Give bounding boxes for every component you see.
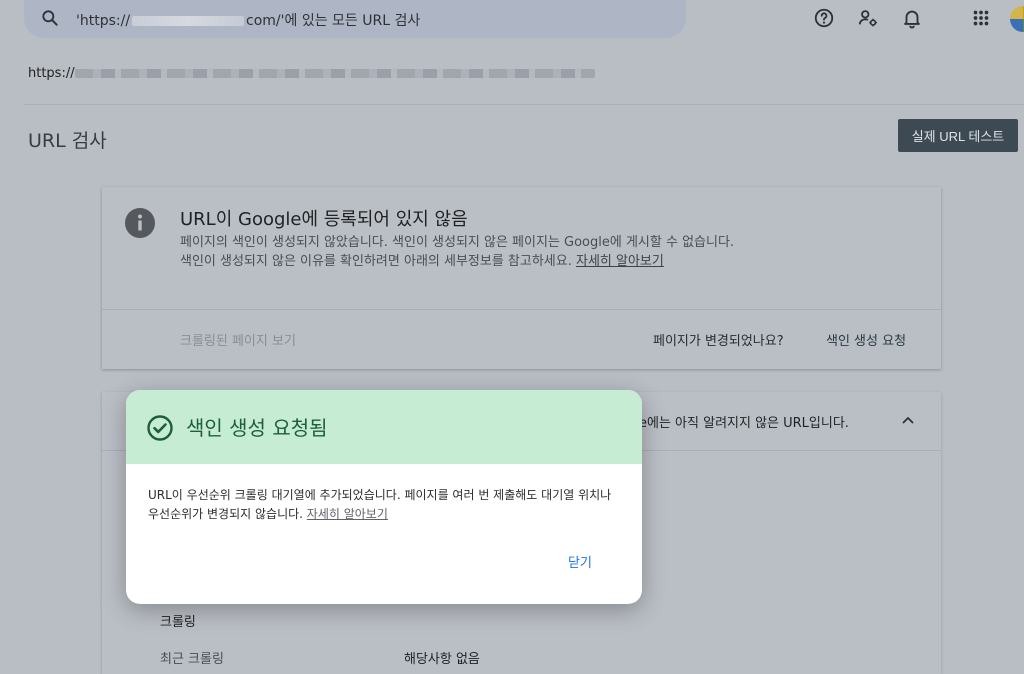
url-prefix: https:// bbox=[28, 66, 75, 81]
crawl-section-label: 크롤링 bbox=[160, 615, 196, 630]
status-description: 페이지의 색인이 생성되지 않았습니다. 색인이 생성되지 않은 페이지는 Go… bbox=[180, 233, 740, 271]
page-changed-question: 페이지가 변경되었나요? bbox=[653, 334, 784, 349]
redacted-domain bbox=[132, 16, 245, 26]
notifications-icon[interactable] bbox=[901, 7, 923, 29]
dialog-body: URL이 우선순위 크롤링 대기열에 추가되었습니다. 페이지를 여러 번 제출… bbox=[148, 486, 626, 524]
chevron-up-icon[interactable] bbox=[900, 412, 916, 428]
check-circle-icon bbox=[147, 415, 173, 441]
live-url-test-button[interactable]: 실제 URL 테스트 bbox=[898, 119, 1018, 152]
recent-crawl-label: 최근 크롤링 bbox=[160, 652, 224, 667]
header-divider bbox=[24, 104, 1024, 105]
index-status-card: URL이 Google에 등록되어 있지 않음 페이지의 색인이 생성되지 않았… bbox=[102, 187, 941, 369]
dialog-header: 색인 생성 요청됨 bbox=[126, 390, 642, 464]
search-bar[interactable]: 'https:// com/'에 있는 모든 URL 검사 bbox=[24, 0, 686, 38]
search-text-suffix: com/'에 있는 모든 URL 검사 bbox=[246, 13, 421, 29]
search-text-prefix: 'https:// bbox=[76, 13, 131, 29]
search-icon[interactable] bbox=[40, 8, 60, 28]
help-icon[interactable] bbox=[813, 7, 835, 29]
detail-card-heading: e에는 아직 알려지지 않은 URL입니다. bbox=[639, 416, 849, 431]
status-title: URL이 Google에 등록되어 있지 않음 bbox=[180, 209, 468, 230]
info-icon bbox=[125, 208, 155, 238]
request-indexing-button[interactable]: 색인 생성 요청 bbox=[826, 330, 906, 349]
close-button[interactable]: 닫기 bbox=[568, 552, 592, 571]
redacted-url-path bbox=[74, 69, 595, 78]
dialog-learn-more-link[interactable]: 자세히 알아보기 bbox=[307, 507, 388, 521]
search-input[interactable]: 'https:// com/'에 있는 모든 URL 검사 bbox=[76, 10, 420, 30]
indexing-requested-dialog: 색인 생성 요청됨 URL이 우선순위 크롤링 대기열에 추가되었습니다. 페이… bbox=[126, 390, 642, 604]
inspected-url: https:// bbox=[28, 66, 595, 81]
page-title: URL 검사 bbox=[28, 130, 107, 152]
avatar[interactable] bbox=[1010, 6, 1024, 32]
apps-grid-icon[interactable] bbox=[970, 7, 992, 29]
learn-more-link[interactable]: 자세히 알아보기 bbox=[576, 254, 664, 269]
view-crawled-page-button[interactable]: 크롤링된 페이지 보기 bbox=[180, 330, 296, 349]
dialog-title: 색인 생성 요청됨 bbox=[186, 416, 328, 440]
account-settings-icon[interactable] bbox=[857, 7, 879, 29]
page: 'https:// com/'에 있는 모든 URL 검사 https:// UR… bbox=[0, 0, 1024, 674]
recent-crawl-value: 해당사항 없음 bbox=[404, 652, 480, 667]
card-divider bbox=[102, 309, 941, 310]
